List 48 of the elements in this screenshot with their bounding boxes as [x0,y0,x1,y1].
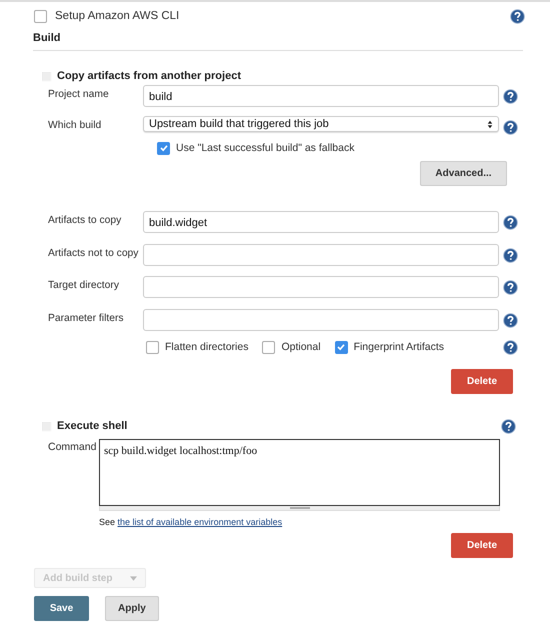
field-label: Artifacts to copy [48,214,122,226]
field-label: Target directory [48,279,120,291]
field-label: Parameter filters [48,312,125,324]
help-icon[interactable] [503,89,518,104]
updown-arrows-icon [487,120,493,128]
checkbox-label: Fingerprint Artifacts [354,341,444,353]
step-title: Copy artifacts from another project [57,70,241,82]
checkbox-label: Optional [281,341,321,353]
caret-icon [130,576,137,580]
advanced-button[interactable]: Advanced... [420,161,507,186]
help-icon[interactable] [503,215,518,230]
checkbox[interactable] [146,340,159,354]
environment-variables-link[interactable]: the list of available environment variables [118,517,282,527]
text-field[interactable] [143,276,499,298]
help-icon[interactable] [510,8,525,24]
checkbox-label: Use "Last successful build" as fallback [176,142,354,154]
delete-button[interactable]: Delete [451,533,513,558]
help-icon[interactable] [503,120,518,135]
checkbox-label: Flatten directories [165,341,248,353]
field-label: Artifacts not to copy [48,246,140,258]
text-field[interactable]: build.widget [143,211,499,233]
delete-button[interactable]: Delete [451,369,513,394]
text-field[interactable]: build [143,85,499,107]
text-field[interactable] [143,244,499,266]
checkbox[interactable] [334,340,348,354]
save-button[interactable]: Save [34,596,89,621]
checkbox-label: Setup Amazon AWS CLI [55,10,180,22]
section-title: Build [33,32,62,44]
text-field[interactable] [143,308,499,330]
checkmark-icon [158,143,168,153]
dropdown[interactable]: Upstream build that triggered this job [143,116,499,132]
resize-handle[interactable] [99,506,500,511]
checkbox[interactable] [262,340,276,354]
field-label: Project name [48,88,110,100]
help-icon[interactable] [503,312,518,328]
help-icon[interactable] [503,340,518,354]
checkmark-icon [336,342,346,352]
help-icon[interactable] [503,280,518,295]
apply-button[interactable]: Apply [105,596,159,621]
note-text: See [99,517,116,527]
checkbox[interactable] [34,10,47,22]
help-icon[interactable] [501,418,516,434]
help-icon[interactable] [503,248,518,262]
field-label: Command [48,440,98,455]
command-textarea[interactable]: scp build.widget localhost:tmp/foo [99,439,500,506]
checkbox[interactable] [157,142,170,154]
step-title: Execute shell [57,420,128,432]
field-label: Which build [48,119,102,131]
